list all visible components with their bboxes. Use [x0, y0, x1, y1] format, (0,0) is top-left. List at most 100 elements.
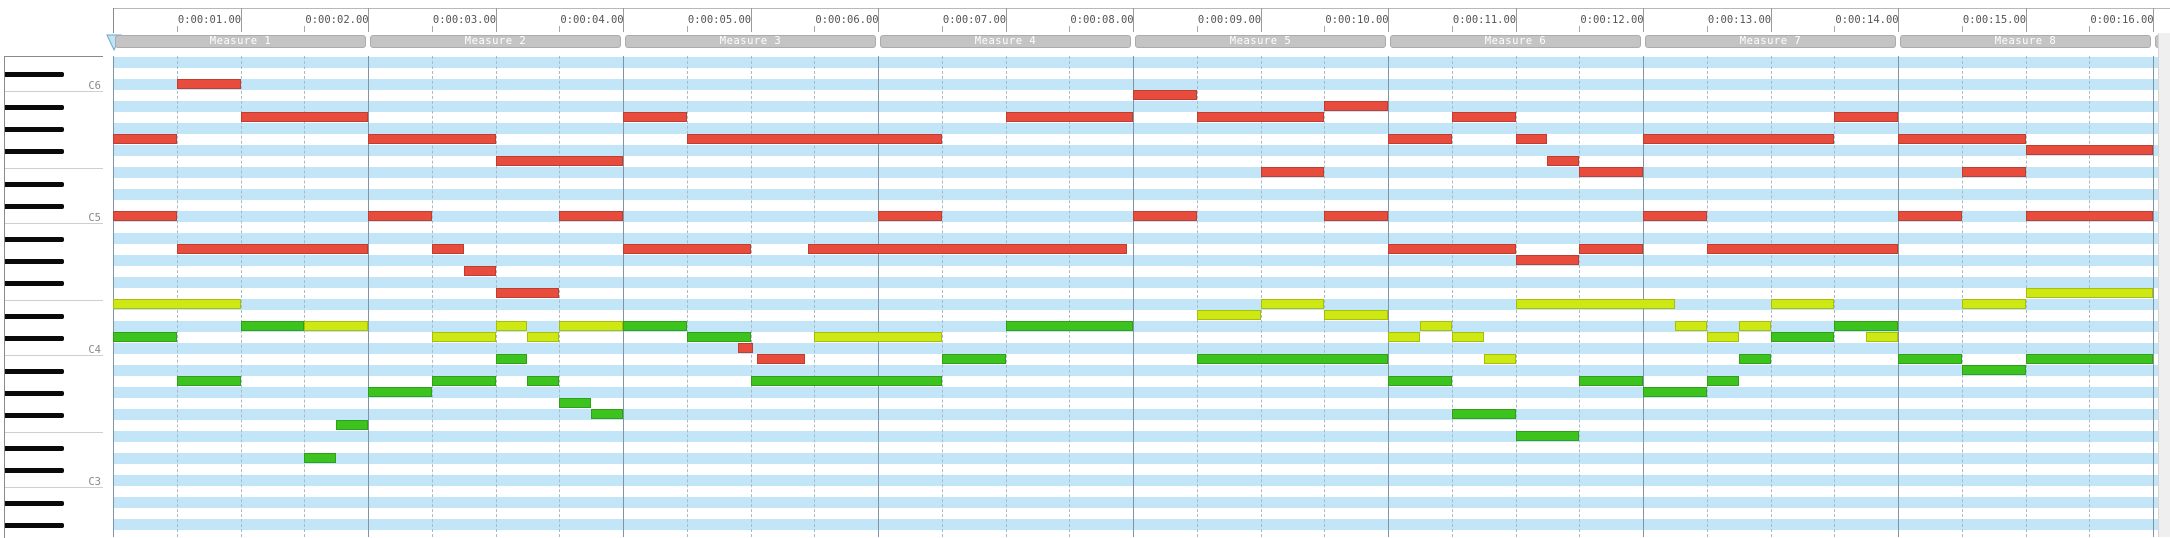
measure-label[interactable]: Measure 8: [1900, 35, 2151, 48]
note-red[interactable]: [1451, 112, 1516, 122]
measure-label[interactable]: Measure 3: [625, 35, 876, 48]
note-yellow[interactable]: [1674, 321, 1707, 331]
measure-label[interactable]: Measure 4: [880, 35, 1131, 48]
measure-label[interactable]: Measure 5: [1135, 35, 1386, 48]
note-yellow[interactable]: [1770, 299, 1835, 309]
note-green[interactable]: [304, 453, 337, 463]
note-green[interactable]: [559, 398, 592, 408]
black-key[interactable]: [5, 72, 64, 77]
note-red[interactable]: [1834, 112, 1898, 122]
note-green[interactable]: [1770, 332, 1835, 342]
black-key[interactable]: [5, 204, 64, 209]
black-key[interactable]: [5, 468, 64, 473]
note-red[interactable]: [113, 211, 177, 221]
black-key[interactable]: [5, 391, 64, 396]
note-red[interactable]: [1706, 244, 1898, 254]
note-red[interactable]: [176, 244, 368, 254]
note-yellow[interactable]: [527, 332, 560, 342]
note-yellow[interactable]: [2025, 288, 2153, 298]
piano-keyboard[interactable]: C6 C5 C4 C3: [4, 56, 103, 538]
note-yellow[interactable]: [1419, 321, 1452, 331]
note-green[interactable]: [1643, 387, 1707, 397]
note-red[interactable]: [878, 211, 942, 221]
note-red[interactable]: [2025, 211, 2153, 221]
note-green[interactable]: [527, 376, 560, 386]
black-key[interactable]: [5, 259, 64, 264]
note-yellow[interactable]: [1866, 332, 1898, 342]
note-yellow[interactable]: [559, 321, 623, 331]
note-red[interactable]: [756, 354, 806, 364]
note-red[interactable]: [1133, 211, 1197, 221]
black-key[interactable]: [5, 237, 64, 242]
note-yellow[interactable]: [1196, 310, 1261, 320]
note-yellow[interactable]: [1515, 299, 1675, 309]
measure-label[interactable]: Measure 2: [370, 35, 621, 48]
black-key[interactable]: [5, 501, 64, 506]
note-green[interactable]: [591, 409, 623, 419]
note-red[interactable]: [1196, 112, 1325, 122]
black-key[interactable]: [5, 281, 64, 286]
black-key[interactable]: [5, 105, 64, 110]
note-red[interactable]: [495, 156, 623, 166]
note-red[interactable]: [2025, 145, 2153, 155]
note-red[interactable]: [1324, 101, 1388, 111]
note-green[interactable]: [495, 354, 528, 364]
note-red[interactable]: [463, 266, 496, 276]
note-green[interactable]: [336, 420, 368, 430]
measure-label[interactable]: Measure 1: [115, 35, 366, 48]
note-red[interactable]: [240, 112, 368, 122]
note-red[interactable]: [686, 134, 942, 144]
note-green[interactable]: [1898, 354, 1962, 364]
note-yellow[interactable]: [1961, 299, 2026, 309]
note-red[interactable]: [1898, 211, 1962, 221]
note-red[interactable]: [1515, 134, 1548, 144]
note-red[interactable]: [495, 288, 560, 298]
note-red[interactable]: [623, 244, 751, 254]
time-ruler[interactable]: 0:00:01.00 0:00:02.00 0:00:03.00 0:00:04.00…: [0, 0, 2170, 33]
note-green[interactable]: [941, 354, 1006, 364]
note-green[interactable]: [686, 332, 751, 342]
note-red[interactable]: [737, 343, 754, 353]
note-red[interactable]: [1579, 167, 1643, 177]
black-key[interactable]: [5, 413, 64, 418]
note-red[interactable]: [1643, 134, 1835, 144]
note-red[interactable]: [368, 211, 432, 221]
note-red[interactable]: [807, 244, 1127, 254]
black-key[interactable]: [5, 314, 64, 319]
piano-roll-grid[interactable]: [113, 56, 2170, 537]
note-green[interactable]: [750, 376, 942, 386]
note-red[interactable]: [1898, 134, 2026, 144]
note-green[interactable]: [623, 321, 687, 331]
note-red[interactable]: [559, 211, 623, 221]
black-key[interactable]: [5, 149, 64, 154]
note-green[interactable]: [1005, 321, 1133, 331]
note-yellow[interactable]: [1706, 332, 1739, 342]
note-yellow[interactable]: [113, 299, 241, 309]
note-green[interactable]: [176, 376, 241, 386]
note-red[interactable]: [1388, 244, 1516, 254]
note-green[interactable]: [1834, 321, 1898, 331]
note-red[interactable]: [1961, 167, 2026, 177]
black-key[interactable]: [5, 523, 64, 528]
note-red[interactable]: [113, 134, 177, 144]
note-yellow[interactable]: [1260, 299, 1325, 309]
note-yellow[interactable]: [495, 321, 528, 331]
note-yellow[interactable]: [1451, 332, 1484, 342]
black-key[interactable]: [5, 336, 64, 341]
note-green[interactable]: [1451, 409, 1516, 419]
note-red[interactable]: [368, 134, 496, 144]
note-red[interactable]: [1547, 156, 1580, 166]
note-red[interactable]: [1388, 134, 1452, 144]
black-key[interactable]: [5, 369, 64, 374]
note-green[interactable]: [1738, 354, 1771, 364]
note-green[interactable]: [1706, 376, 1739, 386]
note-yellow[interactable]: [1738, 321, 1771, 331]
note-green[interactable]: [2025, 354, 2153, 364]
note-red[interactable]: [431, 244, 464, 254]
note-red[interactable]: [623, 112, 687, 122]
note-green[interactable]: [1515, 431, 1580, 441]
note-green[interactable]: [368, 387, 432, 397]
note-red[interactable]: [1133, 90, 1197, 100]
note-green[interactable]: [1196, 354, 1388, 364]
note-green[interactable]: [431, 376, 496, 386]
